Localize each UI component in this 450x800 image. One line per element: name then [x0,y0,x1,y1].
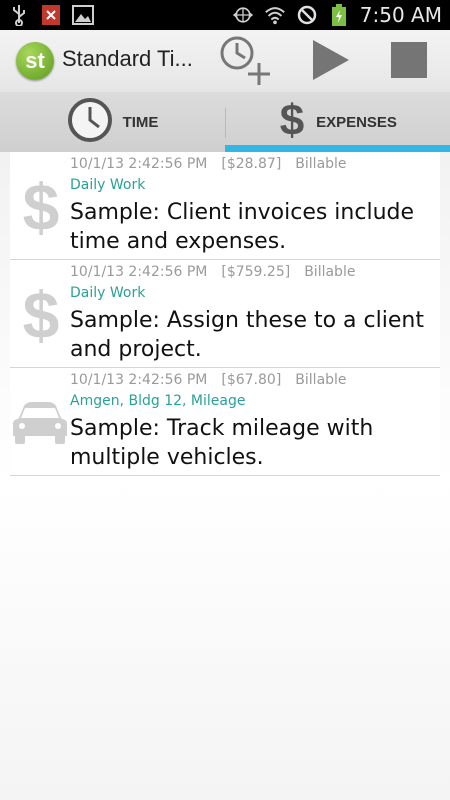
list-item[interactable]: $ 10/1/13 2:42:56 PM [$28.87] Billable Dai… [10,152,440,260]
item-category: Daily Work [70,177,146,193]
item-datetime: 10/1/13 2:42:56 PM [70,264,208,280]
item-description: Sample: Assign these to a client and pro… [70,308,424,362]
item-meta: 10/1/13 2:42:56 PM [$759.25] Billable [70,264,369,280]
play-icon [307,38,351,86]
do-not-disturb-icon [296,4,318,26]
tab-time-label: TIME [122,113,159,131]
item-description: Sample: Client invoices include time and… [70,200,415,254]
item-billable: Billable [295,372,347,388]
svg-text:$: $ [280,97,304,143]
item-amount: [$28.87] [221,156,282,172]
play-button[interactable] [302,36,356,88]
stop-button[interactable] [382,36,436,88]
item-billable: Billable [304,264,356,280]
item-meta: 10/1/13 2:42:56 PM [$28.87] Billable [70,156,361,172]
app-logo[interactable]: st [16,42,54,80]
dollar-icon: $ [16,280,66,350]
tab-divider [225,108,226,138]
item-description: Sample: Track mileage with multiple vehi… [70,416,374,470]
app-title: Standard Ti... [62,46,193,71]
item-amount: [$759.25] [221,264,291,280]
stop-icon [390,41,428,83]
dollar-icon: $ [278,96,306,147]
expense-list: $ 10/1/13 2:42:56 PM [$28.87] Billable Dai… [10,152,440,476]
dollar-icon: $ [16,172,66,242]
tab-expenses-label: EXPENSES [316,113,397,131]
status-time: 7:50 AM [359,3,442,27]
wifi-icon [264,4,286,26]
item-meta: 10/1/13 2:42:56 PM [$67.80] Billable [70,372,361,388]
tab-expenses[interactable]: $ EXPENSES [225,92,450,152]
clock-icon [67,97,113,147]
tab-bar: TIME $ EXPENSES [0,92,450,152]
item-category: Amgen, Bldg 12, Mileage [70,393,246,409]
add-time-button[interactable] [218,36,272,88]
usb-icon [8,4,30,26]
list-item[interactable]: $ 10/1/13 2:42:56 PM [$759.25] Billable Da… [10,260,440,368]
svg-text:$: $ [23,172,60,242]
action-bar: st Standard Ti... [0,30,450,92]
item-datetime: 10/1/13 2:42:56 PM [70,372,208,388]
notification-x-icon [40,4,62,26]
car-icon [12,388,68,458]
svg-text:$: $ [23,280,60,350]
data-sync-icon [232,4,254,26]
item-billable: Billable [295,156,347,172]
item-category: Daily Work [70,285,146,301]
add-time-icon [217,33,273,91]
tab-selected-indicator [225,145,450,152]
item-datetime: 10/1/13 2:42:56 PM [70,156,208,172]
item-amount: [$67.80] [221,372,282,388]
tab-time[interactable]: TIME [0,92,225,152]
image-icon [72,4,94,26]
status-bar: 7:50 AM [0,0,450,30]
battery-charging-icon [328,4,350,26]
list-item[interactable]: 10/1/13 2:42:56 PM [$67.80] Billable Amgen… [10,368,440,476]
